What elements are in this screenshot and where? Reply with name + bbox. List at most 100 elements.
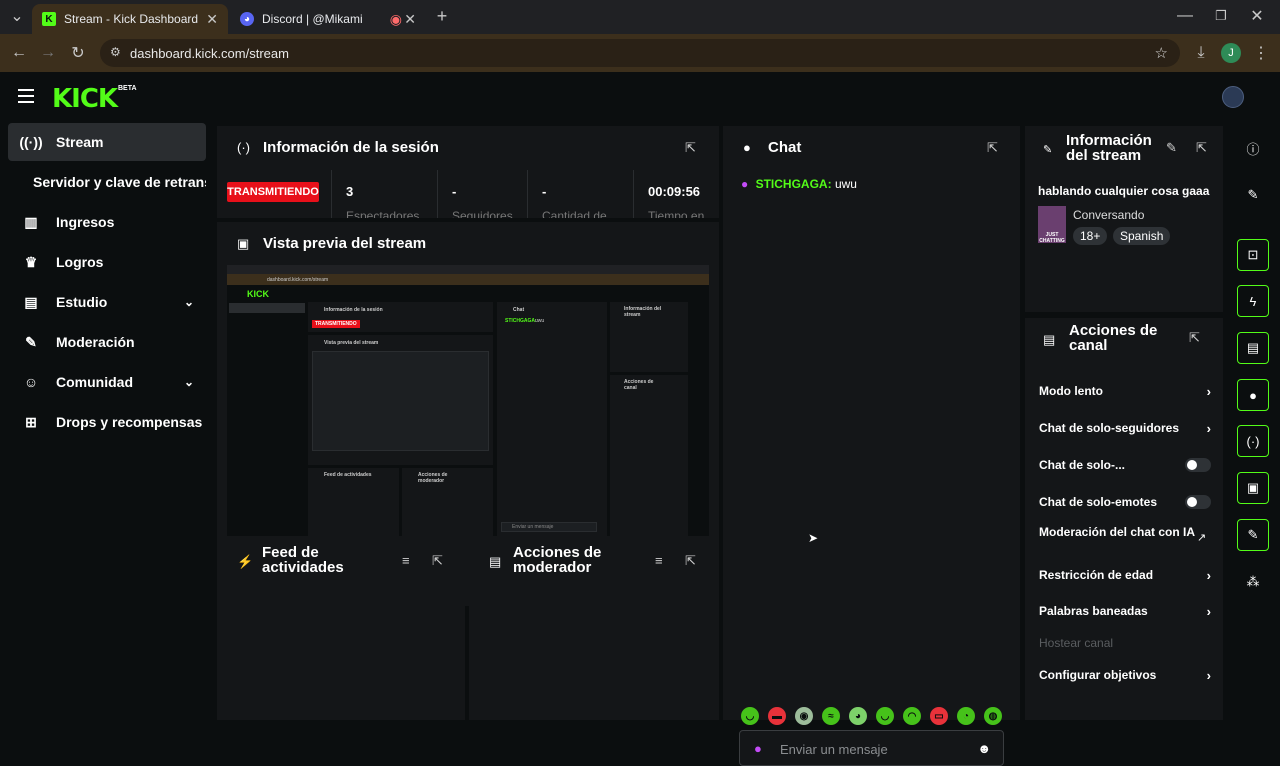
mic-icon[interactable]: ● bbox=[754, 741, 762, 756]
bolt-icon[interactable]: ϟ bbox=[1237, 285, 1269, 317]
browser-tab-discord[interactable]: ◕ Discord | @Mikami ◉ ✕ bbox=[230, 4, 426, 34]
emoji-icon[interactable]: ☻ bbox=[977, 741, 991, 756]
subs-only-toggle[interactable] bbox=[1185, 458, 1211, 472]
action-ai-moderation[interactable]: Moderación del chat con IA bbox=[1039, 526, 1199, 538]
action-banned-words[interactable]: Palabras baneadas › bbox=[1039, 604, 1211, 619]
mini-preview-title: Vista previa del stream bbox=[324, 340, 379, 346]
action-age-restriction[interactable]: Restricción de edad › bbox=[1039, 567, 1211, 583]
stream-preview-video[interactable]: dashboard.kick.com/stream KICK Informaci… bbox=[227, 265, 709, 536]
mini-actions-panel: Acciones de canal bbox=[610, 375, 688, 536]
emote-icon[interactable]: ▬ bbox=[768, 707, 786, 725]
emote-icon[interactable]: ◔ bbox=[957, 707, 975, 725]
sidebar-item-ingresos[interactable]: ▥ Ingresos bbox=[8, 203, 206, 241]
popout-icon[interactable]: ⇱ bbox=[432, 553, 443, 569]
action-followers-only[interactable]: Chat de solo-seguidores › bbox=[1039, 421, 1211, 436]
category-name[interactable]: Conversando bbox=[1073, 208, 1144, 222]
chat-username[interactable]: STICHGAGA: bbox=[756, 177, 832, 191]
stat-value: - bbox=[452, 184, 457, 199]
kick-logo[interactable]: KICK bbox=[52, 84, 118, 114]
close-tab-icon[interactable]: ✕ bbox=[404, 11, 416, 28]
emote-icon[interactable]: ◍ bbox=[984, 707, 1002, 725]
sidebar-item-logros[interactable]: ♛ Logros bbox=[8, 243, 206, 281]
popout-icon[interactable]: ⇱ bbox=[987, 140, 998, 156]
popout-icon[interactable]: ⇱ bbox=[685, 140, 696, 156]
chevron-down-icon: ⌄ bbox=[183, 375, 194, 389]
wrench-icon[interactable]: ✎ bbox=[1237, 519, 1269, 551]
tab-search-icon[interactable]: ⌄ bbox=[6, 5, 28, 27]
sidebar-item-estudio[interactable]: ▤ Estudio ⌄ bbox=[8, 283, 206, 321]
hamburger-menu-icon[interactable] bbox=[18, 89, 34, 103]
session-info-panel: (·) Información de la sesión ⇱ TRANSMITI… bbox=[217, 126, 719, 218]
gift-icon: ⊞ bbox=[25, 413, 37, 430]
emote-icon[interactable]: ◠ bbox=[903, 707, 921, 725]
edit-icon[interactable]: ✎ bbox=[1166, 140, 1177, 156]
site-info-icon[interactable]: ⚙ bbox=[110, 45, 121, 59]
browser-tab-bar: ⌄ K Stream - Kick Dashboard ✕ ◕ Discord … bbox=[0, 0, 1280, 34]
sidebar-item-drops[interactable]: ⊞ Drops y recompensas bbox=[8, 403, 206, 441]
download-icon[interactable]: ⤓ bbox=[1190, 42, 1212, 64]
popout-icon[interactable]: ⇱ bbox=[685, 553, 696, 569]
chat-text: uwu bbox=[834, 177, 857, 191]
forward-icon[interactable]: → bbox=[37, 42, 59, 64]
back-icon[interactable]: ← bbox=[8, 42, 30, 64]
filter-icon[interactable]: ≡ bbox=[402, 553, 410, 568]
apps-icon[interactable]: ⁂ bbox=[1237, 566, 1269, 598]
emote-icon[interactable]: ◉ bbox=[795, 707, 813, 725]
user-avatar[interactable] bbox=[1222, 86, 1244, 108]
address-bar[interactable]: ⚙ dashboard.kick.com/stream ☆ bbox=[100, 39, 1180, 67]
stat-amount: - Cantidad de bbox=[527, 170, 633, 218]
action-configure-goals[interactable]: Configurar objetivos › bbox=[1039, 668, 1211, 683]
external-link-icon[interactable]: ↗ bbox=[1197, 531, 1206, 544]
edit-icon[interactable]: ✎ bbox=[1237, 179, 1269, 211]
reload-icon[interactable]: ↻ bbox=[67, 42, 89, 64]
trophy-icon: ♛ bbox=[24, 253, 38, 270]
mini-chat-panel: Chat STICHGAGA: uwu Enviar un mensaje bbox=[497, 302, 607, 536]
discord-favicon-icon: ◕ bbox=[240, 12, 254, 26]
studio-icon: ▤ bbox=[24, 293, 38, 310]
sidebar-item-server-key[interactable]: Servidor y clave de retransn bbox=[8, 163, 206, 201]
browser-tab-kick[interactable]: K Stream - Kick Dashboard ✕ bbox=[32, 4, 228, 34]
close-tab-icon[interactable]: ✕ bbox=[206, 11, 218, 28]
emote-icon[interactable]: ◕ bbox=[849, 707, 867, 725]
chevron-right-icon: › bbox=[1206, 567, 1211, 583]
popout-icon[interactable]: ⇱ bbox=[1196, 140, 1207, 156]
profile-avatar[interactable]: J bbox=[1221, 43, 1241, 63]
sidebar-item-label: Drops y recompensas bbox=[56, 414, 203, 430]
clip-icon[interactable]: ⊡ bbox=[1237, 239, 1269, 271]
panel-title: Vista previa del stream bbox=[263, 235, 427, 252]
filter-icon[interactable]: ≡ bbox=[655, 553, 663, 568]
emote-icon[interactable]: ▭ bbox=[930, 707, 948, 725]
emote-icon[interactable]: ◡ bbox=[741, 707, 759, 725]
action-slow-mode[interactable]: Modo lento › bbox=[1039, 384, 1211, 399]
broadcast-icon: ((·)) bbox=[19, 134, 43, 150]
new-tab-icon[interactable]: + bbox=[431, 5, 453, 27]
bookmark-star-icon[interactable]: ☆ bbox=[1155, 44, 1168, 62]
mini-session-title: Información de la sesión bbox=[324, 307, 383, 313]
sidebar-item-comunidad[interactable]: ☺ Comunidad ⌄ bbox=[8, 363, 206, 401]
minimize-icon[interactable]: — bbox=[1174, 5, 1196, 27]
maximize-icon[interactable]: ❐ bbox=[1210, 5, 1232, 27]
stat-value: - bbox=[542, 184, 547, 199]
mini-tabbar bbox=[227, 265, 709, 274]
mini-logo: KICK bbox=[247, 289, 269, 299]
mini-live-badge: TRANSMITIENDO bbox=[312, 320, 360, 328]
category-thumbnail[interactable]: JUST CHATTING bbox=[1038, 206, 1066, 244]
sidebar-item-moderacion[interactable]: ✎ Moderación bbox=[8, 323, 206, 361]
action-emotes-only: Chat de solo-emotes bbox=[1039, 495, 1211, 509]
window-close-icon[interactable]: ✕ bbox=[1246, 5, 1268, 27]
sidebar-item-label: Ingresos bbox=[56, 214, 115, 230]
chat-icon[interactable]: ● bbox=[1237, 379, 1269, 411]
info-icon[interactable]: ⓘ bbox=[1237, 132, 1269, 164]
chat-input[interactable]: ● Enviar un mensaje ☻ bbox=[739, 730, 1004, 766]
browser-menu-icon[interactable]: ⋮ bbox=[1250, 42, 1272, 64]
kick-favicon-icon: K bbox=[42, 12, 56, 26]
emote-icon[interactable]: ◡ bbox=[876, 707, 894, 725]
document-icon[interactable]: ▤ bbox=[1237, 332, 1269, 364]
emote-icon[interactable]: ≈ bbox=[822, 707, 840, 725]
video-icon[interactable]: ▣ bbox=[1237, 472, 1269, 504]
sidebar-item-stream[interactable]: ((·)) Stream bbox=[8, 123, 206, 161]
broadcast-icon[interactable]: (·) bbox=[1237, 425, 1269, 457]
emotes-only-toggle[interactable] bbox=[1185, 495, 1211, 509]
url-text: dashboard.kick.com/stream bbox=[130, 45, 289, 61]
popout-icon[interactable]: ⇱ bbox=[1189, 330, 1200, 346]
